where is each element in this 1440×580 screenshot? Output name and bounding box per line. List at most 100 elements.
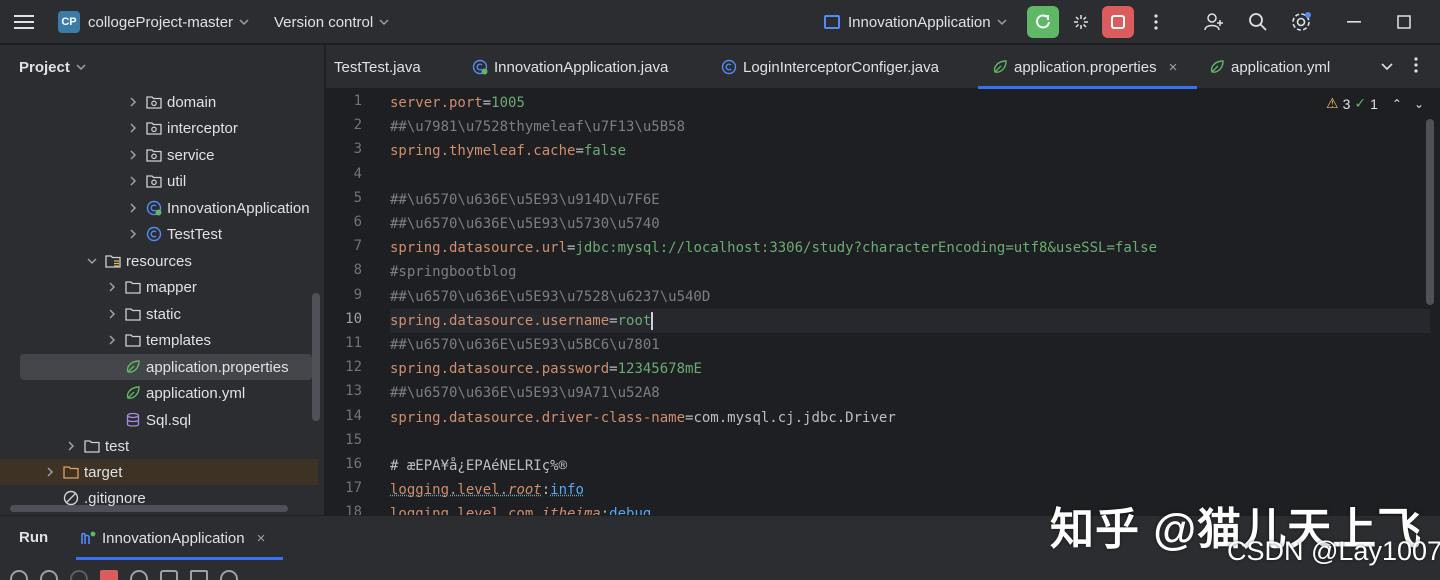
settings-icon [1292,12,1311,31]
code-line[interactable]: spring.datasource.url=jdbc:mysql://local… [390,236,1430,260]
chevron-right-icon[interactable] [126,95,140,109]
rerun-disabled-icon[interactable] [70,570,88,580]
code-line[interactable]: spring.datasource.password=12345678mE [390,357,1430,381]
tab-label: LoginInterceptorConfiger.java [743,58,939,76]
line-number: 13 [345,383,362,400]
property-separator: = [609,312,618,329]
tree-node-innovationapplication[interactable]: InnovationApplication [0,195,318,221]
debug-button[interactable] [1065,6,1097,38]
chevron-right-icon[interactable] [64,439,78,453]
property-separator: = [482,95,492,111]
active-tab-indicator [76,557,284,560]
run-configuration-selector[interactable]: InnovationApplication [824,0,1007,44]
close-icon[interactable]: × [1169,59,1178,76]
tree-node-resources[interactable]: resources [0,248,318,274]
code-with-me-button[interactable] [1198,6,1230,38]
project-view-selector[interactable]: Project [19,45,86,89]
code-line[interactable] [390,164,1430,188]
spring-run-icon [81,531,96,544]
chevron-right-icon[interactable] [43,465,57,479]
code-line[interactable]: spring.datasource.driver-class-name=com.… [390,406,1430,430]
code-line[interactable]: # æEPA¥å¿EPAéNELRIç%® [390,454,1430,478]
view-icon[interactable] [130,570,148,580]
tree-node-domain[interactable]: domain [0,89,318,115]
version-control-menu[interactable]: Version control [274,0,389,44]
chevron-right-icon[interactable] [126,174,140,188]
camera-icon[interactable] [160,570,178,580]
tree-node-interceptor[interactable]: interceptor [0,115,318,141]
code-line[interactable]: #springbootblog [390,260,1430,284]
tree-node-testtest[interactable]: TestTest [0,221,318,247]
comment-text: #springbootblog [390,264,517,281]
line-number: 15 [345,431,362,448]
rerun-failed-icon[interactable] [40,570,58,580]
chevron-right-icon[interactable] [105,280,119,294]
code-line[interactable]: ##\u6570\u636E\u5E93\u914D\u7F6E [390,188,1430,212]
chevron-right-icon[interactable] [105,333,119,347]
chevron-right-icon[interactable] [126,121,140,135]
settings-button[interactable] [1285,6,1317,38]
tree-node-service[interactable]: service [0,142,318,168]
stop-icon[interactable] [100,570,118,580]
run-config-label: InnovationApplication [848,13,991,31]
tab-application-properties[interactable]: application.properties × [978,45,1198,89]
chevron-down-icon[interactable] [1380,59,1394,73]
tab-logininterceptorconfiger-java[interactable]: LoginInterceptorConfiger.java [721,45,939,89]
code-line[interactable]: ##\u6570\u636E\u5E93\u5BC6\u7801 [390,333,1430,357]
tree-node-sql[interactable]: Sql.sql [0,407,318,433]
search-everywhere-button[interactable] [1242,6,1274,38]
code-line[interactable]: ##\u6570\u636E\u5E93\u9A71\u52A8 [390,381,1430,405]
chevron-right-icon[interactable] [126,148,140,162]
tree-node-templates[interactable]: templates [0,327,318,353]
tab-innovationapplication-java[interactable]: InnovationApplication.java [472,45,668,89]
more-icon[interactable] [1414,57,1418,73]
tree-node-mapper[interactable]: mapper [0,274,318,300]
code-line[interactable]: server.port=1005 [390,91,1430,115]
code-line[interactable]: ##\u7981\u7528thymeleaf\u7F13\u5B58 [390,115,1430,139]
package-folder-icon [146,122,162,135]
vertical-scrollbar[interactable] [312,293,320,421]
project-switcher[interactable]: CP collogeProject-master [58,0,249,44]
more-actions-button[interactable] [1140,6,1172,38]
property-key: server.port [390,95,483,111]
code-line[interactable]: ##\u6570\u636E\u5E93\u7528\u6237\u540D [390,285,1430,309]
maximize-button[interactable] [1388,6,1420,38]
tree-node-target[interactable]: target [0,459,318,485]
tab-testtest-java[interactable]: TestTest.java [334,45,421,89]
tree-node-application-properties[interactable]: application.properties [0,354,318,380]
tree-node-util[interactable]: util [0,168,318,194]
editor-scrollbar[interactable] [1426,119,1434,305]
chevron-right-icon[interactable] [105,307,119,321]
tab-label: InnovationApplication.java [494,58,669,76]
code-line[interactable] [390,430,1430,454]
tree-node-application-yml[interactable]: application.yml [0,380,318,406]
editor-area: TestTest.java InnovationApplication.java… [326,45,1440,515]
code-line[interactable]: ##\u6570\u636E\u5E93\u5730\u5740 [390,212,1430,236]
tree-node-static[interactable]: static [0,301,318,327]
rerun-icon [1036,14,1050,29]
minimize-button[interactable] [1338,6,1370,38]
chevron-right-icon[interactable] [126,201,140,215]
line-number: 16 [345,456,362,472]
spring-config-icon [1210,60,1224,73]
export-icon[interactable] [190,570,208,580]
rerun-icon[interactable] [10,570,28,580]
run-tab-innovationapplication[interactable]: InnovationApplication × [76,516,284,560]
code-line[interactable]: spring.datasource.username=root [390,308,1430,333]
clock-icon[interactable] [220,570,238,580]
property-key: spring.datasource.password [390,361,610,378]
tree-node-test[interactable]: test [0,433,318,459]
horizontal-scrollbar[interactable] [10,505,288,512]
stop-button[interactable] [1102,6,1134,38]
rerun-button[interactable] [1027,6,1059,38]
property-separator: : [541,482,551,499]
tree-node-label: target [84,463,123,481]
chevron-right-icon[interactable] [126,227,140,241]
text-caret [651,311,654,330]
code-line[interactable]: spring.thymeleaf.cache=false [390,139,1430,163]
tab-application-yml[interactable]: application.yml [1209,45,1330,89]
hamburger-icon[interactable] [14,0,38,44]
code-text-area[interactable]: server.port=1005 ##\u7981\u7528thymeleaf\… [390,89,1430,515]
chevron-down-icon[interactable] [85,254,99,268]
close-icon[interactable]: × [257,530,266,547]
